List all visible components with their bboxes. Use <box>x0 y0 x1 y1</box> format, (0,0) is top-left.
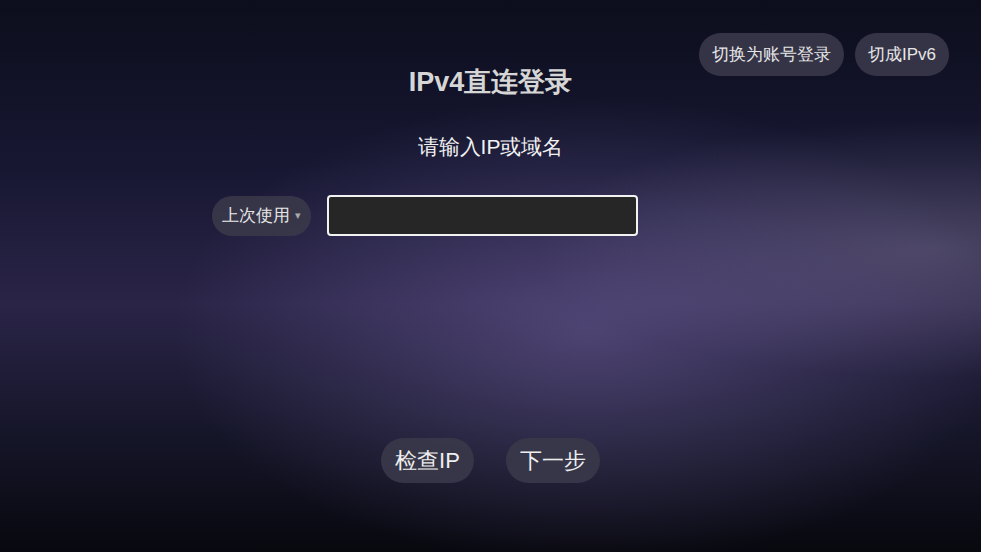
top-button[interactable]: 切换为账号登录 <box>699 33 844 76</box>
last-used-dropdown[interactable]: 上次使用 ▾ <box>212 196 311 236</box>
ip-input[interactable] <box>327 195 638 236</box>
caret-icon: ▾ <box>295 207 301 224</box>
action-button[interactable]: 下一步 <box>506 438 600 483</box>
input-row: 上次使用 ▾ <box>0 195 981 236</box>
top-button[interactable]: 切成IPv6 <box>855 33 949 76</box>
last-used-label: 上次使用 <box>222 203 290 229</box>
login-screen: 切换为账号登录切成IPv6 IPv4直连登录请输入IP或域名上次使用 ▾ 检查IP 下一… <box>0 0 981 552</box>
page-title: IPv4直连登录 <box>409 65 573 99</box>
subtitle: 请输入IP或域名 <box>418 133 564 161</box>
action-button[interactable]: 检查IP <box>381 438 474 483</box>
action-buttons: 检查IP 下一步 <box>381 438 600 483</box>
top-bar: 切换为账号登录切成IPv6 <box>699 33 949 76</box>
